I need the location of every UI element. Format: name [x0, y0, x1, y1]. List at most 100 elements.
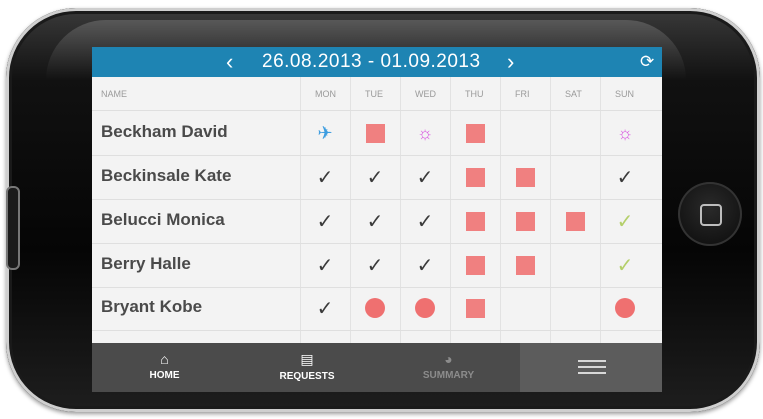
tab-summary-label: SUMMARY [422, 370, 475, 381]
day-cell[interactable] [450, 160, 500, 194]
day-cell[interactable] [550, 116, 600, 150]
employee-name[interactable]: Beckham David [101, 122, 228, 142]
absence-square-icon [465, 211, 485, 231]
checkmark-icon: ✓ [366, 166, 384, 189]
column-header-fri: FRI [515, 89, 530, 99]
day-cell[interactable]: ✈ [300, 116, 350, 150]
previous-week-arrow-icon[interactable]: ‹ [226, 50, 233, 74]
checkmark-icon: ✓ [316, 210, 334, 233]
employee-name[interactable]: Belucci Monica [101, 210, 225, 230]
row-divider [92, 330, 662, 331]
day-cell[interactable] [450, 204, 500, 238]
home-button-square-icon [700, 204, 722, 226]
checkmark-icon: ✓ [316, 254, 334, 277]
day-cell[interactable]: ✓ [350, 248, 400, 282]
day-cell[interactable] [500, 248, 550, 282]
document-icon: ▤ [300, 351, 314, 367]
employee-name[interactable]: Berry Halle [101, 254, 191, 274]
sick-dot-icon [365, 298, 385, 318]
refresh-icon[interactable]: ⟳ [640, 52, 654, 72]
row-divider [92, 243, 662, 244]
day-cell[interactable]: ✓ [300, 248, 350, 282]
day-cell[interactable] [550, 204, 600, 238]
checkmark-icon: ✓ [316, 166, 334, 189]
menu-button[interactable] [520, 343, 662, 392]
day-cell[interactable] [450, 291, 500, 325]
row-divider [92, 287, 662, 288]
absence-square-icon [465, 298, 485, 318]
tab-requests-label: REQUESTS [279, 371, 335, 382]
tab-summary[interactable]: ◕ SUMMARY [377, 343, 520, 392]
column-header-name: NAME [101, 89, 128, 99]
sick-dot-icon [615, 298, 635, 318]
column-header-sat: SAT [565, 89, 582, 99]
airplane-icon: ✈ [317, 122, 333, 143]
column-header-wed: WED [415, 89, 436, 99]
checkmark-icon: ✓ [616, 210, 634, 233]
day-cell[interactable] [550, 291, 600, 325]
row-divider [92, 199, 662, 200]
employee-name[interactable]: Beckinsale Kate [101, 166, 231, 186]
menu-icon [578, 360, 606, 378]
day-cell[interactable]: ✓ [400, 160, 450, 194]
sun-icon: ☼ [616, 122, 634, 143]
pie-chart-icon: ◕ [444, 351, 453, 367]
day-cell[interactable]: ✓ [400, 204, 450, 238]
day-cell[interactable]: ✓ [600, 248, 650, 282]
checkmark-icon: ✓ [366, 210, 384, 233]
phone-home-button[interactable] [678, 182, 742, 246]
checkmark-icon: ✓ [416, 210, 434, 233]
day-cell[interactable]: ✓ [350, 160, 400, 194]
tab-bar: ⌂ HOME ▤ REQUESTS ◕ SUMMARY [92, 343, 662, 392]
absence-square-icon [515, 211, 535, 231]
day-cell[interactable] [350, 291, 400, 325]
day-cell[interactable]: ☼ [600, 116, 650, 150]
day-cell[interactable] [400, 291, 450, 325]
column-header-mon: MON [315, 89, 336, 99]
day-cell[interactable]: ✓ [300, 291, 350, 325]
day-cell[interactable]: ✓ [600, 160, 650, 194]
day-cell[interactable]: ✓ [400, 248, 450, 282]
absence-square-icon [515, 255, 535, 275]
day-cell[interactable] [550, 160, 600, 194]
checkmark-icon: ✓ [616, 166, 634, 189]
day-cell[interactable] [450, 116, 500, 150]
day-cell[interactable] [500, 204, 550, 238]
day-cell[interactable]: ✓ [300, 204, 350, 238]
tab-home[interactable]: ⌂ HOME [92, 343, 237, 392]
row-divider [92, 110, 662, 111]
sun-icon: ☼ [416, 122, 434, 143]
absence-square-icon [515, 167, 535, 187]
day-cell[interactable] [350, 116, 400, 150]
next-week-arrow-icon[interactable]: › [507, 50, 514, 74]
date-range: 26.08.2013 - 01.09.2013 [262, 51, 481, 72]
day-cell[interactable] [500, 160, 550, 194]
absence-square-icon [365, 123, 385, 143]
checkmark-icon: ✓ [416, 166, 434, 189]
checkmark-icon: ✓ [366, 254, 384, 277]
week-header: ‹ 26.08.2013 - 01.09.2013 › ⟳ [92, 47, 662, 77]
day-cell[interactable] [600, 291, 650, 325]
row-divider [92, 155, 662, 156]
employee-name[interactable]: Bryant Kobe [101, 297, 202, 317]
day-cell[interactable] [450, 248, 500, 282]
tab-requests[interactable]: ▤ REQUESTS [237, 343, 377, 392]
column-header-sun: SUN [615, 89, 635, 99]
day-cell[interactable]: ☼ [400, 116, 450, 150]
absence-square-icon [465, 255, 485, 275]
day-cell[interactable] [550, 248, 600, 282]
absence-square-icon [465, 123, 485, 143]
day-cell[interactable]: ✓ [600, 204, 650, 238]
checkmark-icon: ✓ [316, 297, 334, 320]
day-cell[interactable]: ✓ [300, 160, 350, 194]
column-header-tue: TUE [365, 89, 383, 99]
day-cell[interactable]: ✓ [350, 204, 400, 238]
app-screen: ‹ 26.08.2013 - 01.09.2013 › ⟳ NAME MON TUE… [92, 47, 662, 392]
absence-square-icon [565, 211, 585, 231]
phone-side-button [6, 186, 20, 270]
day-cell[interactable] [500, 116, 550, 150]
day-cell[interactable] [500, 291, 550, 325]
sick-dot-icon [415, 298, 435, 318]
absence-square-icon [465, 167, 485, 187]
tab-home-label: HOME [149, 370, 180, 381]
